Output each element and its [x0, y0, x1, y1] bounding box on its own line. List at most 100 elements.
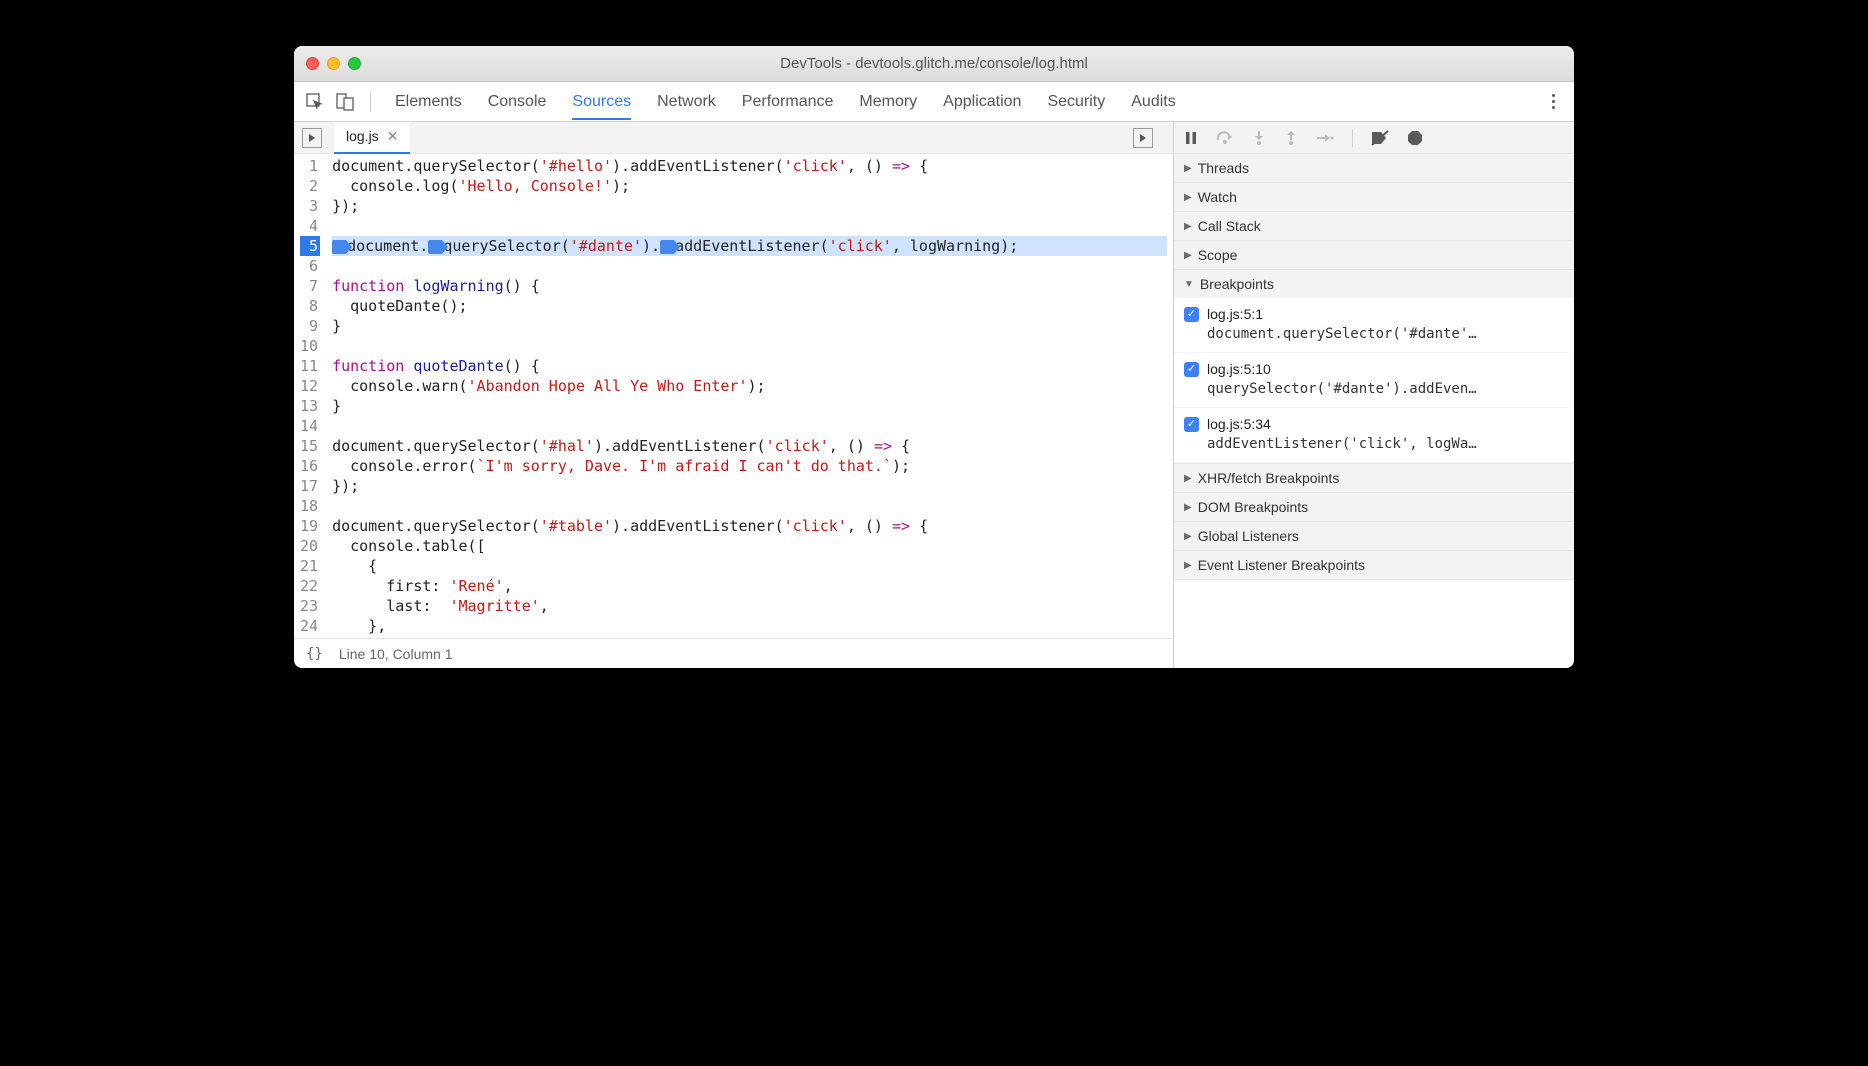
line-number[interactable]: 22 — [300, 576, 320, 596]
code-line[interactable]: { — [332, 556, 1167, 576]
tab-audits[interactable]: Audits — [1131, 84, 1175, 120]
code-line[interactable]: } — [332, 396, 1167, 416]
panel-header-dom-breakpoints[interactable]: ▶DOM Breakpoints — [1174, 493, 1574, 521]
line-number[interactable]: 24 — [300, 616, 320, 636]
line-number[interactable]: 3 — [300, 196, 320, 216]
breakpoint-marker-icon[interactable] — [332, 240, 346, 254]
pretty-print-icon[interactable]: {} — [306, 646, 323, 662]
line-number[interactable]: 6 — [300, 256, 320, 276]
file-tab[interactable]: log.js ✕ — [334, 122, 410, 154]
code-line[interactable]: document.querySelector('#hello').addEven… — [332, 156, 1167, 176]
line-number[interactable]: 10 — [300, 336, 320, 356]
code-line[interactable]: document.querySelector('#dante').addEven… — [332, 236, 1167, 256]
code-line[interactable]: quoteDante(); — [332, 296, 1167, 316]
minimize-window-button[interactable] — [327, 57, 340, 70]
line-gutter[interactable]: 123456789101112131415161718192021222324 — [294, 154, 326, 638]
breakpoint-location: log.js:5:10 — [1207, 361, 1271, 377]
tab-security[interactable]: Security — [1047, 84, 1105, 120]
panel-header-call-stack[interactable]: ▶Call Stack — [1174, 212, 1574, 240]
more-tabs-icon[interactable] — [1133, 128, 1153, 148]
line-number[interactable]: 17 — [300, 476, 320, 496]
line-number[interactable]: 4 — [300, 216, 320, 236]
breakpoint-marker-icon[interactable] — [660, 240, 674, 254]
code-line[interactable] — [332, 336, 1167, 356]
code-line[interactable] — [332, 496, 1167, 516]
code-line[interactable]: }, — [332, 616, 1167, 636]
inspect-element-icon[interactable] — [304, 91, 326, 113]
code-line[interactable]: }); — [332, 196, 1167, 216]
code-line[interactable]: console.warn('Abandon Hope All Ye Who En… — [332, 376, 1167, 396]
panel-header-threads[interactable]: ▶Threads — [1174, 154, 1574, 182]
panel-header-scope[interactable]: ▶Scope — [1174, 241, 1574, 269]
source-code[interactable]: document.querySelector('#hello').addEven… — [326, 154, 1173, 638]
more-menu-icon[interactable] — [1542, 94, 1564, 109]
panel-header-watch[interactable]: ▶Watch — [1174, 183, 1574, 211]
line-number[interactable]: 13 — [300, 396, 320, 416]
code-line[interactable] — [332, 256, 1167, 276]
code-line[interactable]: console.table([ — [332, 536, 1167, 556]
panel-label: Breakpoints — [1200, 276, 1274, 292]
tab-application[interactable]: Application — [943, 84, 1021, 120]
close-window-button[interactable] — [306, 57, 319, 70]
tab-network[interactable]: Network — [657, 84, 716, 120]
show-navigator-icon[interactable] — [302, 128, 322, 148]
line-number[interactable]: 21 — [300, 556, 320, 576]
breakpoint-item[interactable]: ✓log.js:5:10querySelector('#dante').addE… — [1174, 353, 1574, 408]
device-toggle-icon[interactable] — [334, 91, 356, 113]
code-line[interactable]: console.log('Hello, Console!'); — [332, 176, 1167, 196]
line-number[interactable]: 5 — [300, 236, 320, 256]
line-number[interactable]: 20 — [300, 536, 320, 556]
code-line[interactable]: } — [332, 316, 1167, 336]
step-over-icon[interactable] — [1216, 131, 1234, 145]
code-line[interactable]: last: 'Magritte', — [332, 596, 1167, 616]
pause-on-exceptions-icon[interactable] — [1407, 130, 1423, 146]
maximize-window-button[interactable] — [348, 57, 361, 70]
tab-sources[interactable]: Sources — [572, 84, 631, 120]
code-line[interactable]: console.error(`I'm sorry, Dave. I'm afra… — [332, 456, 1167, 476]
breakpoint-item[interactable]: ✓log.js:5:34addEventListener('click', lo… — [1174, 408, 1574, 463]
breakpoint-location: log.js:5:1 — [1207, 306, 1263, 322]
step-out-icon[interactable] — [1284, 130, 1298, 146]
code-line[interactable] — [332, 416, 1167, 436]
code-editor[interactable]: 123456789101112131415161718192021222324 … — [294, 154, 1173, 638]
line-number[interactable]: 8 — [300, 296, 320, 316]
line-number[interactable]: 1 — [300, 156, 320, 176]
close-tab-icon[interactable]: ✕ — [387, 128, 399, 145]
breakpoint-checkbox[interactable]: ✓ — [1184, 362, 1199, 377]
line-number[interactable]: 11 — [300, 356, 320, 376]
code-line[interactable]: }); — [332, 476, 1167, 496]
code-line[interactable]: document.querySelector('#table').addEven… — [332, 516, 1167, 536]
code-line[interactable]: first: 'René', — [332, 576, 1167, 596]
line-number[interactable]: 19 — [300, 516, 320, 536]
breakpoint-checkbox[interactable]: ✓ — [1184, 307, 1199, 322]
line-number[interactable]: 16 — [300, 456, 320, 476]
panel-header-event-listener-breakpoints[interactable]: ▶Event Listener Breakpoints — [1174, 551, 1574, 579]
tab-console[interactable]: Console — [488, 84, 547, 120]
tab-performance[interactable]: Performance — [742, 84, 834, 120]
code-line[interactable]: function quoteDante() { — [332, 356, 1167, 376]
tab-memory[interactable]: Memory — [859, 84, 917, 120]
breakpoint-checkbox[interactable]: ✓ — [1184, 417, 1199, 432]
panel-header-breakpoints[interactable]: ▼Breakpoints — [1174, 270, 1574, 298]
line-number[interactable]: 23 — [300, 596, 320, 616]
code-line[interactable]: document.querySelector('#hal').addEventL… — [332, 436, 1167, 456]
line-number[interactable]: 7 — [300, 276, 320, 296]
pause-icon[interactable] — [1184, 131, 1198, 145]
breakpoint-marker-icon[interactable] — [428, 240, 442, 254]
code-line[interactable] — [332, 216, 1167, 236]
breakpoint-item[interactable]: ✓log.js:5:1document.querySelector('#dant… — [1174, 298, 1574, 353]
line-number[interactable]: 2 — [300, 176, 320, 196]
collapsed-icon: ▶ — [1184, 560, 1192, 571]
line-number[interactable]: 15 — [300, 436, 320, 456]
step-into-icon[interactable] — [1252, 130, 1266, 146]
panel-header-global-listeners[interactable]: ▶Global Listeners — [1174, 522, 1574, 550]
panel-header-xhr-fetch-breakpoints[interactable]: ▶XHR/fetch Breakpoints — [1174, 464, 1574, 492]
step-icon[interactable] — [1316, 131, 1334, 145]
line-number[interactable]: 14 — [300, 416, 320, 436]
line-number[interactable]: 12 — [300, 376, 320, 396]
line-number[interactable]: 18 — [300, 496, 320, 516]
tab-elements[interactable]: Elements — [395, 84, 462, 120]
deactivate-breakpoints-icon[interactable] — [1371, 130, 1389, 146]
code-line[interactable]: function logWarning() { — [332, 276, 1167, 296]
line-number[interactable]: 9 — [300, 316, 320, 336]
